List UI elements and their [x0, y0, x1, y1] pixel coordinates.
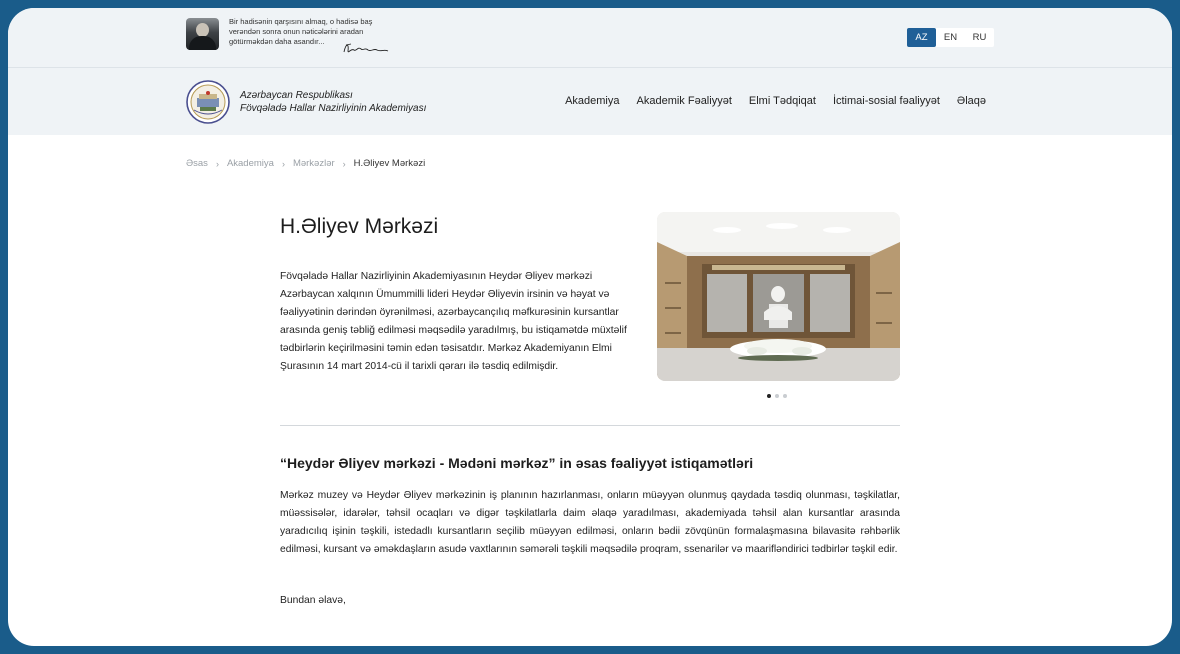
org-name-line-2: Fövqəladə Hallar Nazirliyinin Akademiyas… — [240, 102, 427, 114]
language-switcher: AZ EN RU — [907, 28, 994, 47]
gallery-dot-2[interactable] — [775, 394, 779, 398]
signature-icon — [343, 43, 389, 53]
chevron-right-icon: › — [215, 158, 219, 169]
chevron-right-icon: › — [281, 158, 285, 169]
organization-name[interactable]: Azərbaycan Respublikası Fövqəladə Hallar… — [240, 90, 470, 115]
lang-en-button[interactable]: EN — [936, 28, 965, 47]
page-title: H.Əliyev Mərkəzi — [280, 215, 439, 238]
section-body: Mərkəz muzey və Heydər Əliyev mərkəzinin… — [280, 490, 900, 555]
intro-paragraph: Fövqəladə Hallar Nazirliyinin Akademiyas… — [280, 271, 627, 372]
org-name-line-1: Azərbaycan Respublikası — [240, 90, 353, 101]
quote-portrait — [186, 18, 219, 50]
browser-frame: Bir hadisənin qarşısını almaq, o hadisə … — [8, 8, 1172, 646]
nav-item-elmi-tedqiqat[interactable]: Elmi Tədqiqat — [749, 95, 816, 107]
top-bar: Bir hadisənin qarşısını almaq, o hadisə … — [8, 8, 1172, 68]
breadcrumb-home[interactable]: Əsas — [186, 158, 208, 169]
closing-text: Bundan əlavə, — [280, 595, 346, 606]
nav-item-elaqe[interactable]: Əlaqə — [957, 95, 986, 107]
breadcrumb-current: H.Əliyev Mərkəzi — [353, 158, 426, 169]
section-title: “Heydər Əliyev mərkəzi - Mədəni mərkəz” … — [280, 455, 754, 471]
gallery-pagination — [767, 394, 787, 398]
lang-az-button[interactable]: AZ — [907, 28, 936, 47]
lang-ru-button[interactable]: RU — [965, 28, 994, 47]
site-header: Azərbaycan Respublikası Fövqəladə Hallar… — [8, 68, 1172, 135]
gallery-image[interactable] — [657, 212, 900, 381]
nav-item-akademik-fealiyyet[interactable]: Akademik Fəaliyyət — [637, 95, 732, 107]
nav-item-ictimai-sosial[interactable]: İctimai-sosial fəaliyyət — [833, 95, 940, 107]
main-nav: Akademiya Akademik Fəaliyyət Elmi Tədqiq… — [565, 95, 986, 107]
gallery-dot-3[interactable] — [783, 394, 787, 398]
breadcrumb: Əsas › Akademiya › Mərkəzlər › H.Əliyev … — [186, 158, 425, 169]
breadcrumb-merkezler[interactable]: Mərkəzlər — [293, 158, 335, 169]
gallery-dot-1[interactable] — [767, 394, 771, 398]
academy-logo[interactable] — [186, 80, 230, 124]
chevron-right-icon: › — [342, 158, 346, 169]
nav-item-akademiya[interactable]: Akademiya — [565, 95, 619, 107]
breadcrumb-akademiya[interactable]: Akademiya — [227, 158, 274, 169]
section-divider — [280, 425, 900, 426]
